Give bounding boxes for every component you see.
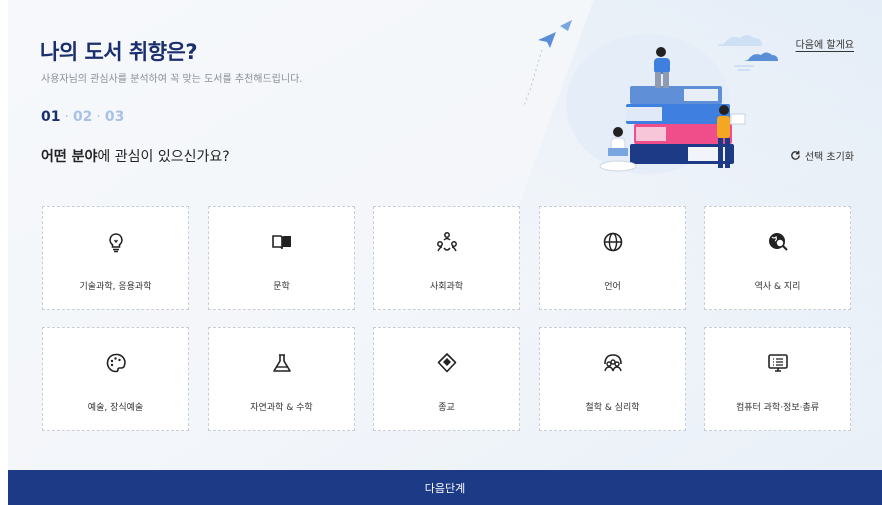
- open-book-icon: [271, 231, 293, 253]
- skip-later-link[interactable]: 다음에 할게요: [796, 36, 854, 51]
- category-card-arts[interactable]: 예술, 장식예술: [42, 327, 189, 431]
- flask-icon: [271, 352, 293, 374]
- category-label: 컴퓨터 과학·정보·총류: [735, 403, 820, 413]
- category-label: 예술, 장식예술: [87, 403, 144, 413]
- step-3: 03: [104, 109, 125, 125]
- book-preference-page: 나의 도서 취향은? 사용자님의 관심사를 분석하여 꼭 맞는 도서를 추천해드…: [0, 0, 882, 505]
- question-heading: 어떤 분야에 관심이 있으신가요?: [41, 146, 230, 166]
- palette-icon: [105, 352, 127, 374]
- category-label: 철학 & 심리학: [585, 403, 640, 413]
- main-panel: 나의 도서 취향은? 사용자님의 관심사를 분석하여 꼭 맞는 도서를 추천해드…: [8, 0, 882, 470]
- group-heads-icon: [602, 352, 624, 374]
- category-card-philosophy[interactable]: 철학 & 심리학: [539, 327, 686, 431]
- page-title: 나의 도서 취향은?: [40, 40, 198, 64]
- category-label: 역사 & 지리: [754, 282, 801, 292]
- category-card-language[interactable]: 언어: [539, 206, 686, 310]
- praying-hands-icon: [436, 352, 458, 374]
- category-card-religion[interactable]: 종교: [373, 327, 520, 431]
- reset-selection-label: 선택 초기화: [804, 152, 854, 163]
- category-label: 종교: [438, 403, 455, 413]
- category-card-literature[interactable]: 문학: [208, 206, 355, 310]
- people-network-icon: [436, 231, 458, 253]
- category-label: 기술과학, 응용과학: [79, 282, 152, 292]
- step-separator: ·: [96, 109, 101, 125]
- next-step-button[interactable]: 다음단계: [8, 470, 882, 505]
- step-1: 01: [41, 109, 61, 125]
- category-label: 언어: [604, 282, 621, 292]
- category-card-technology[interactable]: 기술과학, 응용과학: [42, 206, 189, 310]
- globe-search-icon: [767, 231, 789, 253]
- step-2: 02: [72, 109, 93, 125]
- step-separator: ·: [64, 109, 69, 125]
- lightbulb-icon: [105, 231, 127, 253]
- reset-selection-button[interactable]: 선택 초기화: [790, 148, 854, 163]
- reading-people-illustration: [523, 20, 778, 174]
- category-card-history-geography[interactable]: 역사 & 지리: [704, 206, 851, 310]
- category-card-computer-science[interactable]: 컴퓨터 과학·정보·총류: [704, 327, 851, 431]
- category-label: 자연과학 & 수학: [250, 403, 313, 413]
- category-label: 문학: [273, 282, 290, 292]
- question-rest: 에 관심이 있으신가요?: [97, 149, 230, 165]
- monitor-list-icon: [767, 352, 789, 374]
- step-indicator: 01 · 02 · 03: [41, 109, 124, 125]
- question-bold: 어떤 분야: [41, 149, 98, 165]
- globe-icon: [602, 231, 624, 253]
- refresh-icon: [791, 150, 800, 160]
- page-subtitle: 사용자님의 관심사를 분석하여 꼭 맞는 도서를 추천해드립니다.: [41, 74, 303, 85]
- category-card-social-science[interactable]: 사회과학: [373, 206, 520, 310]
- category-card-natural-science[interactable]: 자연과학 & 수학: [208, 327, 355, 431]
- category-label: 사회과학: [429, 282, 464, 292]
